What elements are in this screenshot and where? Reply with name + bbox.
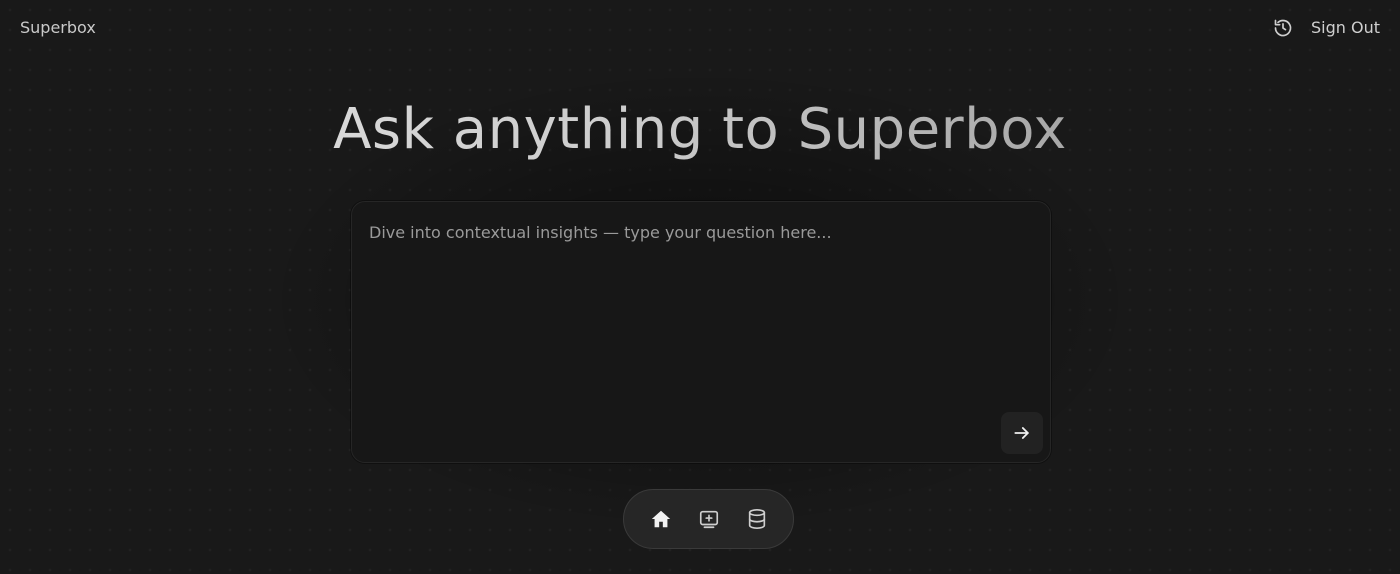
history-icon	[1274, 19, 1292, 37]
history-button[interactable]	[1273, 18, 1293, 38]
add-source-icon	[699, 510, 718, 529]
database-icon	[748, 509, 765, 529]
dock-home-button[interactable]	[647, 505, 675, 533]
send-button[interactable]	[1001, 412, 1043, 454]
app-brand[interactable]: Superbox	[20, 18, 96, 38]
page-title-text: Ask anything to Superbox	[333, 97, 1067, 162]
home-icon	[651, 510, 670, 528]
bottom-dock	[623, 489, 794, 549]
dock-add-source-button[interactable]	[695, 505, 723, 533]
arrow-right-icon	[1014, 427, 1029, 439]
dock-database-button[interactable]	[743, 505, 771, 533]
query-composer[interactable]: Dive into contextual insights — type you…	[351, 201, 1051, 463]
sign-out-button[interactable]: Sign Out	[1311, 16, 1380, 40]
top-right-actions: Sign Out	[1273, 16, 1380, 40]
page-title: Ask anything to Superbox	[0, 92, 1400, 168]
query-input-placeholder[interactable]: Dive into contextual insights — type you…	[369, 223, 832, 243]
